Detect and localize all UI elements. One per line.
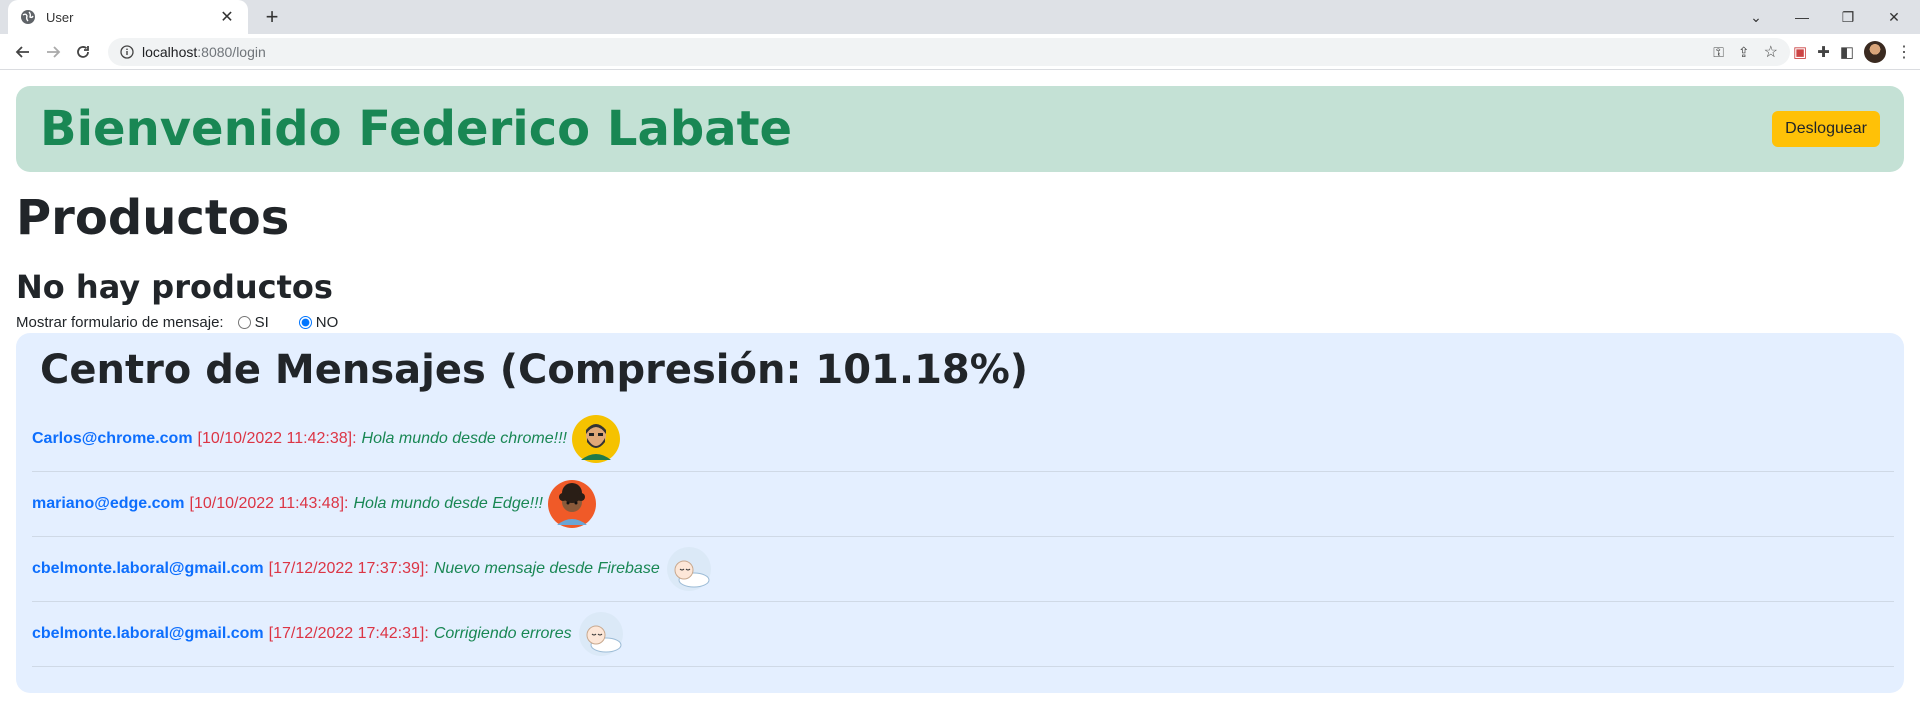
browser-toolbar: localhost:8080/login ⚿ ⇪ ☆ ▣ ✚ ◧ ⋮	[0, 34, 1920, 70]
reload-icon[interactable]	[68, 37, 98, 67]
tab-search-icon[interactable]: ⌄	[1734, 0, 1778, 34]
address-bar[interactable]: localhost:8080/login ⚿ ⇪ ☆	[108, 38, 1790, 66]
bookmark-star-icon[interactable]: ☆	[1764, 42, 1778, 62]
profile-avatar[interactable]	[1864, 41, 1886, 63]
close-tab-icon[interactable]: ✕	[218, 7, 236, 27]
puzzle-icon[interactable]: ✚	[1817, 43, 1830, 61]
globe-icon	[21, 10, 35, 24]
welcome-banner: Bienvenido Federico Labate Desloguear	[16, 86, 1904, 172]
toggle-label: Mostrar formulario de mensaje:	[16, 314, 224, 331]
message-text: Corrigiendo errores	[433, 625, 572, 642]
message-separator: :	[424, 625, 429, 642]
restore-icon[interactable]: ❐	[1826, 0, 1870, 34]
forward-icon[interactable]	[38, 37, 68, 67]
message-date: [10/10/2022 11:42:38]	[197, 430, 353, 447]
sleeping-baby-avatar-icon	[666, 547, 711, 591]
message-email: Carlos@chrome.com	[32, 430, 193, 447]
logout-button[interactable]: Desloguear	[1772, 111, 1880, 147]
url-path: :8080/login	[197, 44, 266, 60]
curly-hair-man-avatar-icon	[547, 480, 596, 528]
message-email: cbelmonte.laboral@gmail.com	[32, 560, 264, 577]
url-host: localhost	[142, 44, 198, 60]
message-item: cbelmonte.laboral@gmail.com [17/12/2022 …	[32, 602, 1894, 667]
message-email: mariano@edge.com	[32, 495, 185, 512]
browser-tab-bar: User ✕ + ⌄ — ❐ ✕	[0, 0, 1920, 34]
page-content: Bienvenido Federico Labate Desloguear Pr…	[0, 86, 1920, 693]
message-separator: :	[344, 495, 349, 512]
message-item: mariano@edge.com [10/10/2022 11:43:48]: …	[32, 472, 1894, 537]
message-item: cbelmonte.laboral@gmail.com [17/12/2022 …	[32, 537, 1894, 602]
message-date: [10/10/2022 11:43:48]	[189, 495, 345, 512]
key-icon[interactable]: ⚿	[1713, 44, 1724, 61]
message-form-toggle: Mostrar formulario de mensaje: SI NO	[16, 314, 1904, 331]
message-separator: :	[352, 430, 357, 447]
option-no-label: NO	[315, 314, 339, 331]
message-text: Hola mundo desde chrome!!!	[361, 430, 567, 447]
new-tab-button[interactable]: +	[260, 5, 284, 29]
message-center: Centro de Mensajes (Compresión: 101.18%)…	[16, 333, 1904, 693]
extension-icon[interactable]: ▣	[1793, 43, 1807, 61]
message-email: cbelmonte.laboral@gmail.com	[32, 625, 264, 642]
option-si[interactable]: SI	[237, 314, 269, 331]
minimize-icon[interactable]: —	[1780, 0, 1824, 34]
products-title: Productos	[16, 190, 290, 246]
message-date: [17/12/2022 17:37:39]	[268, 560, 425, 577]
radio-no[interactable]	[298, 316, 312, 329]
message-center-title: Centro de Mensajes (Compresión: 101.18%)	[40, 347, 1029, 393]
message-separator: :	[424, 560, 429, 577]
close-window-icon[interactable]: ✕	[1872, 0, 1916, 34]
bearded-man-avatar-icon	[571, 415, 620, 463]
welcome-title: Bienvenido Federico Labate	[40, 101, 793, 157]
option-si-label: SI	[254, 314, 269, 331]
menu-icon[interactable]: ⋮	[1896, 42, 1912, 62]
info-icon[interactable]	[120, 45, 134, 59]
no-products-text: No hay productos	[16, 268, 333, 306]
sleeping-baby-avatar-icon	[578, 612, 623, 656]
tab-title: User	[46, 9, 74, 25]
option-no[interactable]: NO	[298, 314, 339, 331]
message-item: Carlos@chrome.com [10/10/2022 11:42:38]:…	[32, 407, 1894, 472]
radio-si[interactable]	[237, 316, 251, 329]
message-text: Hola mundo desde Edge!!!	[353, 495, 543, 512]
browser-tab[interactable]: User ✕	[8, 0, 248, 34]
message-date: [17/12/2022 17:42:31]	[268, 625, 425, 642]
message-text: Nuevo mensaje desde Firebase	[433, 560, 660, 577]
side-panel-icon[interactable]: ◧	[1840, 43, 1854, 61]
share-icon[interactable]: ⇪	[1738, 44, 1750, 61]
back-icon[interactable]	[8, 37, 38, 67]
